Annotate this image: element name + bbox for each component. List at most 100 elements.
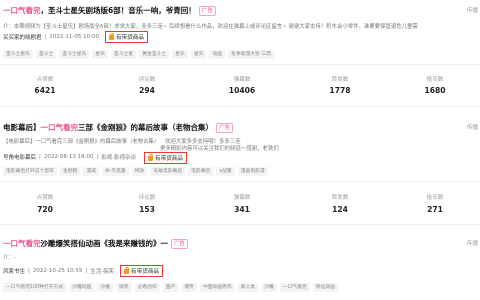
meta-separator: |: [85, 268, 88, 274]
stat-label: 评论数: [138, 77, 156, 83]
tag-list-3: 一口气看完100种打开方式 沙雕动画 沙雕 搞笑 必看创作 国产 爆笑 中国动画…: [3, 283, 338, 292]
tag[interactable]: 圣斗士星矢: [59, 50, 90, 59]
goods-badge[interactable]: 有带货商品: [104, 31, 148, 43]
shopping-bag-icon: [124, 266, 130, 274]
video-title-1[interactable]: 一口气看完，圣斗士星矢剧场版6部！音乐一响，爷青回！ 广告: [3, 5, 216, 16]
desc-text: 【电影幕后】一口气看完三部《金刚狼》的幕后故事（老物合集）: [3, 139, 160, 145]
publish-date: 2022-11-05 10:00: [49, 34, 99, 40]
stats-labels-2: 点赞数 评论数 弹幕数 转发数 投币数: [0, 193, 480, 203]
title-text: 沙雕爆笑搭仙动画《我是来赚钱的》一: [40, 239, 169, 248]
author-name[interactable]: 号角电影幕后: [3, 153, 36, 161]
title-text: ，圣斗士星矢剧场版6部！音乐一响，爷青回！: [40, 6, 196, 15]
tag[interactable]: 中国动画原作: [199, 283, 235, 292]
stat-value: 271: [427, 205, 443, 214]
title-text: 三部《金刚狼》的幕后故事（老物合集）: [78, 123, 213, 132]
author-name[interactable]: 风笑书生: [3, 267, 25, 275]
stat-value: 153: [139, 205, 155, 214]
tag[interactable]: 沙雕: [97, 283, 113, 292]
tag[interactable]: 星矢: [172, 50, 188, 59]
stat-value: 124: [332, 205, 348, 214]
author-name[interactable]: 买买家的晓剧君: [3, 33, 42, 41]
side-label-3: 传播: [466, 241, 478, 247]
tag-list-2: 电影幕后打开这个窗罕 金刚狼 漫威 休·杰克曼 特效 号角电影幕后 电影幕后 x…: [3, 167, 268, 176]
tag[interactable]: 漫威: [83, 167, 99, 176]
tag[interactable]: 搞笑: [115, 283, 132, 292]
ad-badge: 广告: [198, 6, 216, 16]
shopping-bag-icon: [108, 32, 114, 40]
stat-label: 投币数: [426, 77, 444, 83]
divider: [0, 224, 480, 225]
tag[interactable]: 沙雕动画: [69, 283, 95, 292]
stats-values-2: 720 153 341 124 271: [0, 205, 480, 215]
goods-badge[interactable]: 有带货商品: [144, 152, 187, 164]
category: 影视·影视杂谈: [101, 155, 137, 161]
stat-label: 弹幕数: [233, 77, 251, 83]
side-label-1: 传播: [466, 8, 478, 14]
meta-separator: |: [39, 154, 41, 160]
stat-value: 1680: [424, 86, 446, 95]
stat-label: 转发数: [331, 195, 349, 201]
side-label-2: 传播: [466, 125, 478, 131]
stat-label: 弹幕数: [233, 195, 251, 201]
stat-value: 341: [234, 205, 250, 214]
stats-values-1: 6421 294 10406 1778 1680: [0, 86, 480, 96]
tag-list-1: 圣斗士星矢 圣斗士 圣斗士星矢 星矢 圣斗士星 黄金圣斗士 星矢 星矢 动画 冬…: [3, 50, 274, 59]
divider: [0, 106, 480, 107]
stat-label: 评论数: [138, 195, 156, 201]
category: 生活·搞笑: [90, 269, 115, 275]
title-prefix: 电影幕后】: [3, 123, 41, 132]
tag[interactable]: 必看创作: [134, 283, 160, 292]
meta-separator: |: [44, 34, 47, 40]
tag[interactable]: 沙雕: [261, 283, 277, 292]
tag[interactable]: 特效: [131, 167, 148, 176]
tag[interactable]: 金刚狼: [59, 167, 81, 176]
tag[interactable]: 电影幕后: [188, 167, 214, 176]
tag[interactable]: 星矢: [92, 50, 109, 59]
shopping-bag-icon: [148, 153, 153, 161]
video-title-3[interactable]: 一口气看完沙雕爆笑搭仙动画《我是来赚钱的》一 广告: [3, 238, 189, 249]
tag[interactable]: 圣斗士星: [111, 50, 137, 59]
stats-labels-1: 点赞数 评论数 弹幕数 转发数 投币数: [0, 75, 480, 85]
tag[interactable]: 漫画电影漫: [237, 167, 268, 176]
tag[interactable]: x战警: [216, 167, 235, 176]
tag[interactable]: 修仙动画: [312, 283, 338, 292]
stat-value: 1778: [329, 86, 351, 95]
tag[interactable]: 圣斗士星矢: [3, 50, 33, 59]
video-desc-1: 介：本期视频为【圣斗士星矢】剧场版全6部！求求大家，多多三连~ 后续想看什么作品…: [3, 24, 418, 30]
tag[interactable]: 爆笑: [181, 283, 197, 292]
goods-label: 有带货商品: [115, 35, 144, 41]
ad-badge: 广告: [216, 123, 234, 133]
tag[interactable]: 圣斗士: [36, 50, 57, 59]
ad-badge: 广告: [171, 239, 189, 249]
stat-value: 10406: [228, 86, 256, 95]
stat-label: 点赞数: [36, 77, 54, 83]
tag[interactable]: 电影幕后打开这个窗罕: [3, 167, 57, 176]
tag[interactable]: 一口气看完: [279, 283, 310, 292]
tag[interactable]: 国产: [162, 283, 179, 292]
video-desc-3: 介：-: [3, 255, 16, 261]
goods-badge[interactable]: 有带货商品: [120, 265, 164, 277]
stat-value: 294: [139, 86, 155, 95]
divider: [0, 64, 480, 65]
meta-separator: |: [28, 268, 30, 274]
tag[interactable]: 星矢: [190, 50, 207, 59]
tag[interactable]: 号角电影幕后: [150, 167, 186, 176]
goods-label: 有带货商品: [131, 269, 160, 275]
tag[interactable]: 休·杰克曼: [102, 167, 129, 176]
stat-label: 投币数: [426, 195, 444, 201]
title-highlight: 一口气看完: [3, 6, 41, 15]
tag[interactable]: 黄金圣斗士: [139, 50, 170, 59]
desc-text-line2: 更多精彩内容可以关注我们的频道～感谢，老铁们: [160, 146, 279, 152]
title-highlight: 一口气看完: [40, 123, 79, 132]
stat-label: 转发数: [331, 77, 349, 83]
stat-value: 720: [37, 205, 53, 214]
tag[interactable]: 动画: [209, 50, 226, 59]
goods-badge-wrap-2: 有带货商品: [138, 152, 187, 164]
tag[interactable]: 冬季动漫大会 三周: [228, 50, 274, 59]
tag[interactable]: 一口气看完100种打开方式: [3, 283, 67, 292]
video-meta-1: 买买家的晓剧君 | 2022-11-05 10:00 有带货商品: [3, 31, 148, 43]
video-title-2[interactable]: 电影幕后】一口气看完三部《金刚狼》的幕后故事（老物合集） 广告: [3, 122, 234, 133]
publish-date: 2022-10-25 10:55: [32, 268, 83, 274]
tag[interactable]: 新人类: [237, 283, 259, 292]
goods-label: 有带货商品: [155, 156, 183, 162]
